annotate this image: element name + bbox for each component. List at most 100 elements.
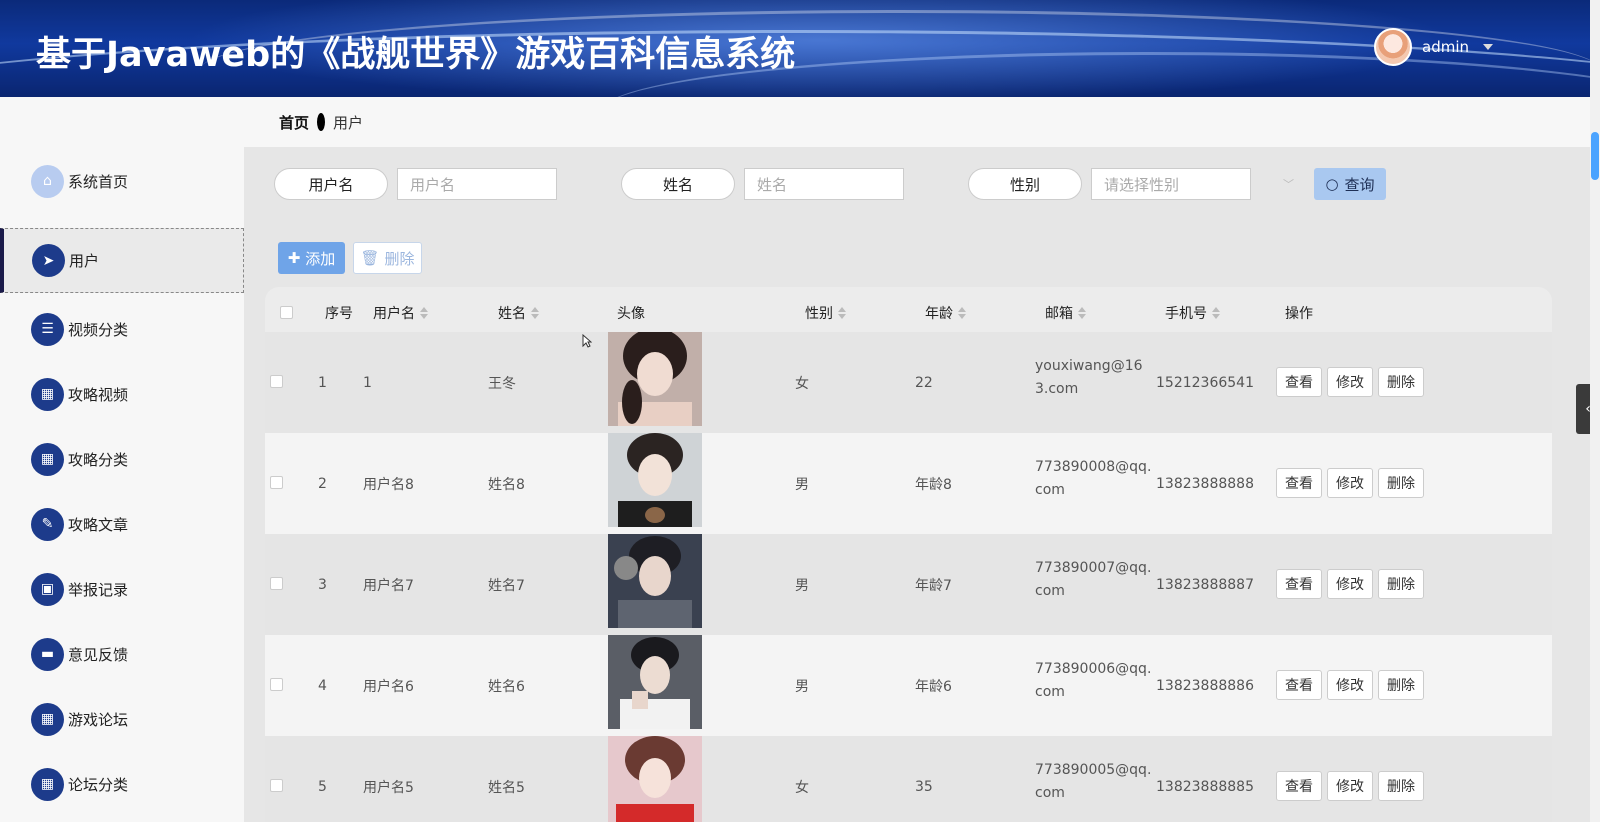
user-avatar-image <box>608 534 702 628</box>
sort-icon[interactable] <box>531 307 539 319</box>
cell-email: 773890007@qq.com <box>1035 560 1152 599</box>
row-checkbox[interactable] <box>270 476 283 489</box>
view-button[interactable]: 查看 <box>1276 771 1322 801</box>
sidebar-item-users[interactable]: ➤ 用户 <box>0 228 244 293</box>
table-row: 5 用户名5 姓名5 女 35 773890005@qq.com 1382388… <box>265 736 1552 822</box>
list-icon: ☰ <box>31 312 64 346</box>
edit-button[interactable]: 修改 <box>1327 468 1373 498</box>
row-checkbox[interactable] <box>270 577 283 590</box>
select-all-checkbox[interactable] <box>280 306 293 319</box>
sidebar-item-label: 攻略文章 <box>68 515 129 534</box>
sidebar-item-guide-video[interactable]: ▦ 攻略视频 <box>0 362 244 426</box>
edit-button[interactable]: 修改 <box>1327 670 1373 700</box>
sidebar-item-guide-category[interactable]: ▦ 攻略分类 <box>0 427 244 491</box>
cell-name: 姓名5 <box>488 779 525 796</box>
table-row: 2 用户名8 姓名8 男 年龄8 773890008@qq.com 138238… <box>265 433 1552 534</box>
username-search-input[interactable]: 用户名 <box>397 168 557 200</box>
column-header-index: 序号 <box>325 306 353 322</box>
view-button[interactable]: 查看 <box>1276 468 1322 498</box>
view-button[interactable]: 查看 <box>1276 670 1322 700</box>
grid-icon: ▦ <box>31 702 64 736</box>
sort-icon[interactable] <box>838 307 846 319</box>
username-label: admin <box>1422 38 1469 56</box>
page-scrollbar[interactable] <box>1590 0 1600 822</box>
cell-phone: 13823888887 <box>1156 576 1254 593</box>
grid-icon: ▦ <box>31 767 64 801</box>
cell-age: 年龄6 <box>915 678 952 695</box>
mouse-cursor-icon <box>582 334 592 348</box>
cell-index: 4 <box>318 677 327 694</box>
edit-button[interactable]: 修改 <box>1327 771 1373 801</box>
sort-icon[interactable] <box>958 307 966 319</box>
breadcrumb-current: 用户 <box>333 113 364 132</box>
top-header: 基于Javaweb的《战舰世界》游戏百科信息系统 admin <box>0 0 1590 97</box>
cell-name: 姓名8 <box>488 476 525 493</box>
gender-select[interactable]: 请选择性别 <box>1091 168 1251 200</box>
user-avatar-image <box>608 433 702 527</box>
sort-icon[interactable] <box>1078 307 1086 319</box>
cell-email: 773890005@qq.com <box>1035 762 1152 801</box>
view-button[interactable]: 查看 <box>1276 569 1322 599</box>
sidebar-item-report[interactable]: ▣ 举报记录 <box>0 557 244 621</box>
column-header-age[interactable]: 年龄 <box>925 303 966 323</box>
edit-button[interactable]: 修改 <box>1327 569 1373 599</box>
sidebar-item-forum-category[interactable]: ▦ 论坛分类 <box>0 752 244 816</box>
cell-gender: 女 <box>795 375 809 392</box>
search-bar: 用户名 用户名 姓名 姓名 性别 请选择性别 ﹀ ○ 查询 <box>0 168 1600 200</box>
cell-age: 22 <box>915 374 933 391</box>
name-filter-label: 姓名 <box>621 168 735 200</box>
user-menu[interactable]: admin <box>1374 28 1493 66</box>
column-header-name[interactable]: 姓名 <box>498 303 539 323</box>
breadcrumb-home[interactable]: 首页 <box>279 112 309 133</box>
add-button[interactable]: ✚ 添加 <box>278 242 345 274</box>
sort-icon[interactable] <box>1212 307 1220 319</box>
cell-gender: 男 <box>795 476 809 493</box>
cell-phone: 13823888888 <box>1156 475 1254 492</box>
cell-age: 年龄7 <box>915 577 952 594</box>
sidebar-item-guide-article[interactable]: ✎ 攻略文章 <box>0 492 244 556</box>
cell-email: youxiwang@163.com <box>1035 358 1143 397</box>
search-icon: ○ <box>1325 175 1339 193</box>
user-avatar-image <box>608 736 702 822</box>
cell-gender: 女 <box>795 779 809 796</box>
column-header-gender[interactable]: 性别 <box>805 303 846 323</box>
delete-button[interactable]: 删除 <box>1378 670 1424 700</box>
delete-button[interactable]: 删除 <box>1378 771 1424 801</box>
row-checkbox[interactable] <box>270 375 283 388</box>
view-button[interactable]: 查看 <box>1276 367 1322 397</box>
avatar[interactable] <box>1374 28 1412 66</box>
chevron-down-icon[interactable]: ﹀ <box>1283 168 1294 200</box>
sidebar-item-label: 意见反馈 <box>68 645 129 664</box>
cell-username: 用户名8 <box>363 476 414 493</box>
breadcrumb: 首页 用户 <box>244 97 1590 147</box>
sidebar-item-label: 论坛分类 <box>68 775 129 794</box>
sidebar: ⌂ 系统首页 ➤ 用户 ☰ 视频分类 ▦ 攻略视频 ▦ 攻略分类 ✎ 攻略文章 … <box>0 97 244 822</box>
row-checkbox[interactable] <box>270 678 283 691</box>
cell-username: 用户名5 <box>363 779 414 796</box>
cell-index: 2 <box>318 475 327 492</box>
table-row: 1 1 王冬 女 22 youxiwang@163.com 1521236654… <box>265 332 1552 433</box>
cell-email: 773890008@qq.com <box>1035 459 1152 498</box>
gender-filter-label: 性别 <box>968 168 1082 200</box>
breadcrumb-separator-icon <box>317 113 326 131</box>
chevron-down-icon[interactable] <box>1483 44 1493 50</box>
column-header-phone[interactable]: 手机号 <box>1165 303 1220 323</box>
delete-button[interactable]: 删除 <box>1378 367 1424 397</box>
bulk-delete-button[interactable]: 🗑 删除 <box>353 242 422 274</box>
delete-button[interactable]: 删除 <box>1378 569 1424 599</box>
name-search-input[interactable]: 姓名 <box>744 168 904 200</box>
sidebar-item-feedback[interactable]: ▬ 意见反馈 <box>0 622 244 686</box>
sidebar-item-video-category[interactable]: ☰ 视频分类 <box>0 297 244 361</box>
sidebar-item-forum[interactable]: ▦ 游戏论坛 <box>0 687 244 751</box>
query-button[interactable]: ○ 查询 <box>1314 168 1386 200</box>
cell-username: 用户名6 <box>363 678 414 695</box>
cell-name: 姓名7 <box>488 577 525 594</box>
edit-button[interactable]: 修改 <box>1327 367 1373 397</box>
cell-phone: 13823888885 <box>1156 778 1254 795</box>
row-checkbox[interactable] <box>270 779 283 792</box>
delete-button[interactable]: 删除 <box>1378 468 1424 498</box>
column-header-username[interactable]: 用户名 <box>373 303 428 323</box>
scrollbar-thumb[interactable] <box>1591 132 1599 180</box>
sort-icon[interactable] <box>420 307 428 319</box>
column-header-email[interactable]: 邮箱 <box>1045 303 1086 323</box>
